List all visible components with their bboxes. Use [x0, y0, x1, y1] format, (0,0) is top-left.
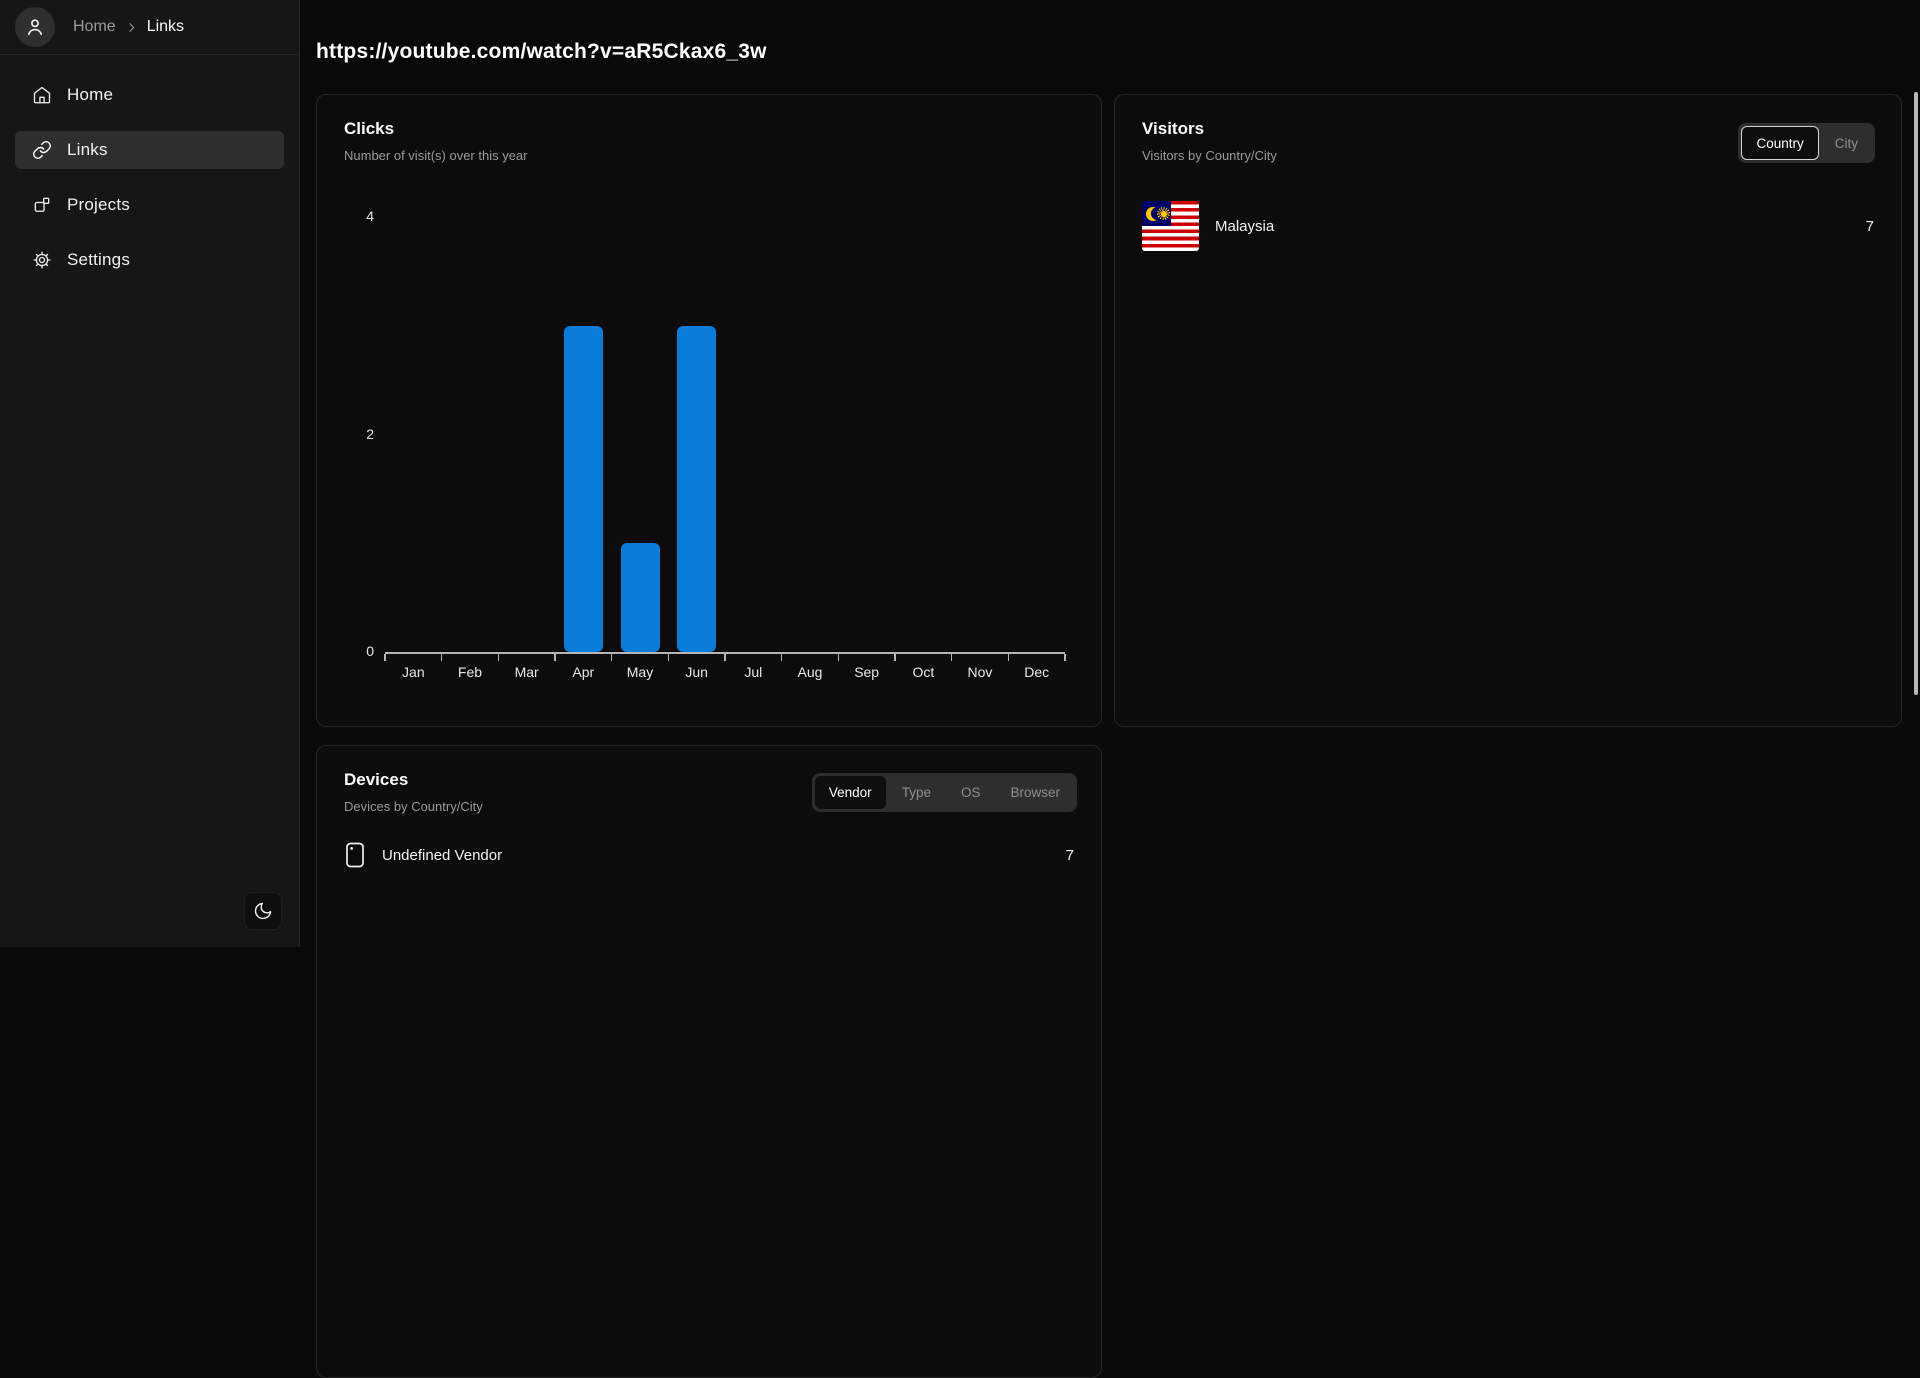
sidebar-item-label: Links [67, 140, 108, 160]
device-count: 7 [1066, 847, 1074, 864]
device-vendor-label: Undefined Vendor [382, 847, 502, 864]
chevron-right-icon [125, 21, 138, 34]
x-axis-label-apr: Apr [555, 664, 612, 680]
tab-os[interactable]: OS [947, 776, 995, 809]
user-icon [24, 16, 46, 38]
clicks-bar-chart: 0 2 4 JanFebMarAprMayJunJulAugSepOctNovDec [317, 95, 1101, 726]
breadcrumb-current: Links [147, 18, 184, 36]
visitors-card: Visitors Visitors by Country/City Countr… [1114, 94, 1902, 727]
x-axis-tick [894, 654, 896, 661]
devices-card-title: Devices [344, 770, 408, 790]
y-axis-label-4: 4 [332, 208, 374, 224]
sidebar-nav: Home Links Projects Settings [0, 55, 299, 300]
x-axis-label-jul: Jul [725, 664, 782, 680]
tab-browser[interactable]: Browser [996, 776, 1074, 809]
visitors-card-title: Visitors [1142, 119, 1204, 139]
link-icon [32, 140, 52, 160]
tab-type[interactable]: Type [888, 776, 945, 809]
x-axis-label-oct: Oct [895, 664, 952, 680]
page-title: https://youtube.com/watch?v=aR5Ckax6_3w [316, 40, 767, 64]
home-icon [32, 85, 52, 105]
visitors-card-subtitle: Visitors by Country/City [1142, 148, 1277, 163]
flag-star [1157, 207, 1170, 220]
x-axis-tick [611, 654, 613, 661]
visitor-row-malaysia: Malaysia 7 [1142, 201, 1874, 251]
visitor-country-label: Malaysia [1215, 218, 1274, 235]
x-axis-tick [1064, 654, 1066, 661]
bar-jun[interactable] [677, 326, 716, 652]
x-axis-tick [724, 654, 726, 661]
visitor-count: 7 [1866, 218, 1874, 235]
toggle-city-button[interactable]: City [1821, 126, 1872, 160]
x-axis-label-dec: Dec [1008, 664, 1065, 680]
avatar[interactable] [15, 7, 55, 47]
sidebar: Home Links Home Links [0, 0, 300, 947]
x-axis-label-jan: Jan [385, 664, 442, 680]
x-axis-tick [781, 654, 783, 661]
y-axis-label-2: 2 [332, 426, 374, 442]
x-axis-tick [441, 654, 443, 661]
x-axis-label-may: May [612, 664, 669, 680]
theme-toggle-button[interactable] [244, 892, 282, 930]
breadcrumb-home[interactable]: Home [73, 18, 116, 36]
x-axis-tick [668, 654, 670, 661]
bar-apr[interactable] [564, 326, 603, 652]
x-axis-label-nov: Nov [952, 664, 1009, 680]
settings-icon [32, 250, 52, 270]
x-axis-label-sep: Sep [838, 664, 895, 680]
x-axis-tick [554, 654, 556, 661]
x-axis-tick [951, 654, 953, 661]
device-icon [344, 841, 366, 869]
x-axis-tick [1008, 654, 1010, 661]
y-axis-label-0: 0 [332, 643, 374, 659]
sidebar-item-projects[interactable]: Projects [15, 186, 284, 224]
devices-card-subtitle: Devices by Country/City [344, 799, 483, 814]
devices-tab-group: Vendor Type OS Browser [812, 773, 1077, 812]
x-axis-tick [384, 654, 386, 661]
x-axis-label-jun: Jun [668, 664, 725, 680]
x-axis-label-aug: Aug [782, 664, 839, 680]
moon-icon [253, 901, 273, 921]
x-axis-label-feb: Feb [442, 664, 499, 680]
clicks-card: Clicks Number of visit(s) over this year… [316, 94, 1102, 727]
devices-card: Devices Devices by Country/City Vendor T… [316, 745, 1102, 1378]
tab-vendor[interactable]: Vendor [815, 776, 886, 809]
sidebar-item-label: Settings [67, 250, 130, 270]
toggle-country-button[interactable]: Country [1741, 126, 1818, 160]
sidebar-item-settings[interactable]: Settings [15, 241, 284, 279]
x-axis-tick [498, 654, 500, 661]
malaysia-flag-icon [1142, 201, 1199, 251]
sidebar-item-links[interactable]: Links [15, 131, 284, 169]
x-axis-tick [838, 654, 840, 661]
sidebar-item-label: Home [67, 85, 113, 105]
vertical-scrollbar-thumb[interactable] [1914, 92, 1918, 695]
sidebar-header: Home Links [0, 0, 299, 55]
sidebar-item-label: Projects [67, 195, 130, 215]
projects-icon [32, 195, 52, 215]
sidebar-item-home[interactable]: Home [15, 76, 284, 114]
bar-may[interactable] [621, 543, 660, 652]
main-content: https://youtube.com/watch?v=aR5Ckax6_3w … [301, 0, 1920, 947]
device-row-undefined-vendor: Undefined Vendor 7 [344, 840, 1074, 870]
visitors-toggle-group: Country City [1738, 123, 1875, 163]
x-axis-label-mar: Mar [498, 664, 555, 680]
breadcrumb: Home Links [73, 18, 184, 36]
